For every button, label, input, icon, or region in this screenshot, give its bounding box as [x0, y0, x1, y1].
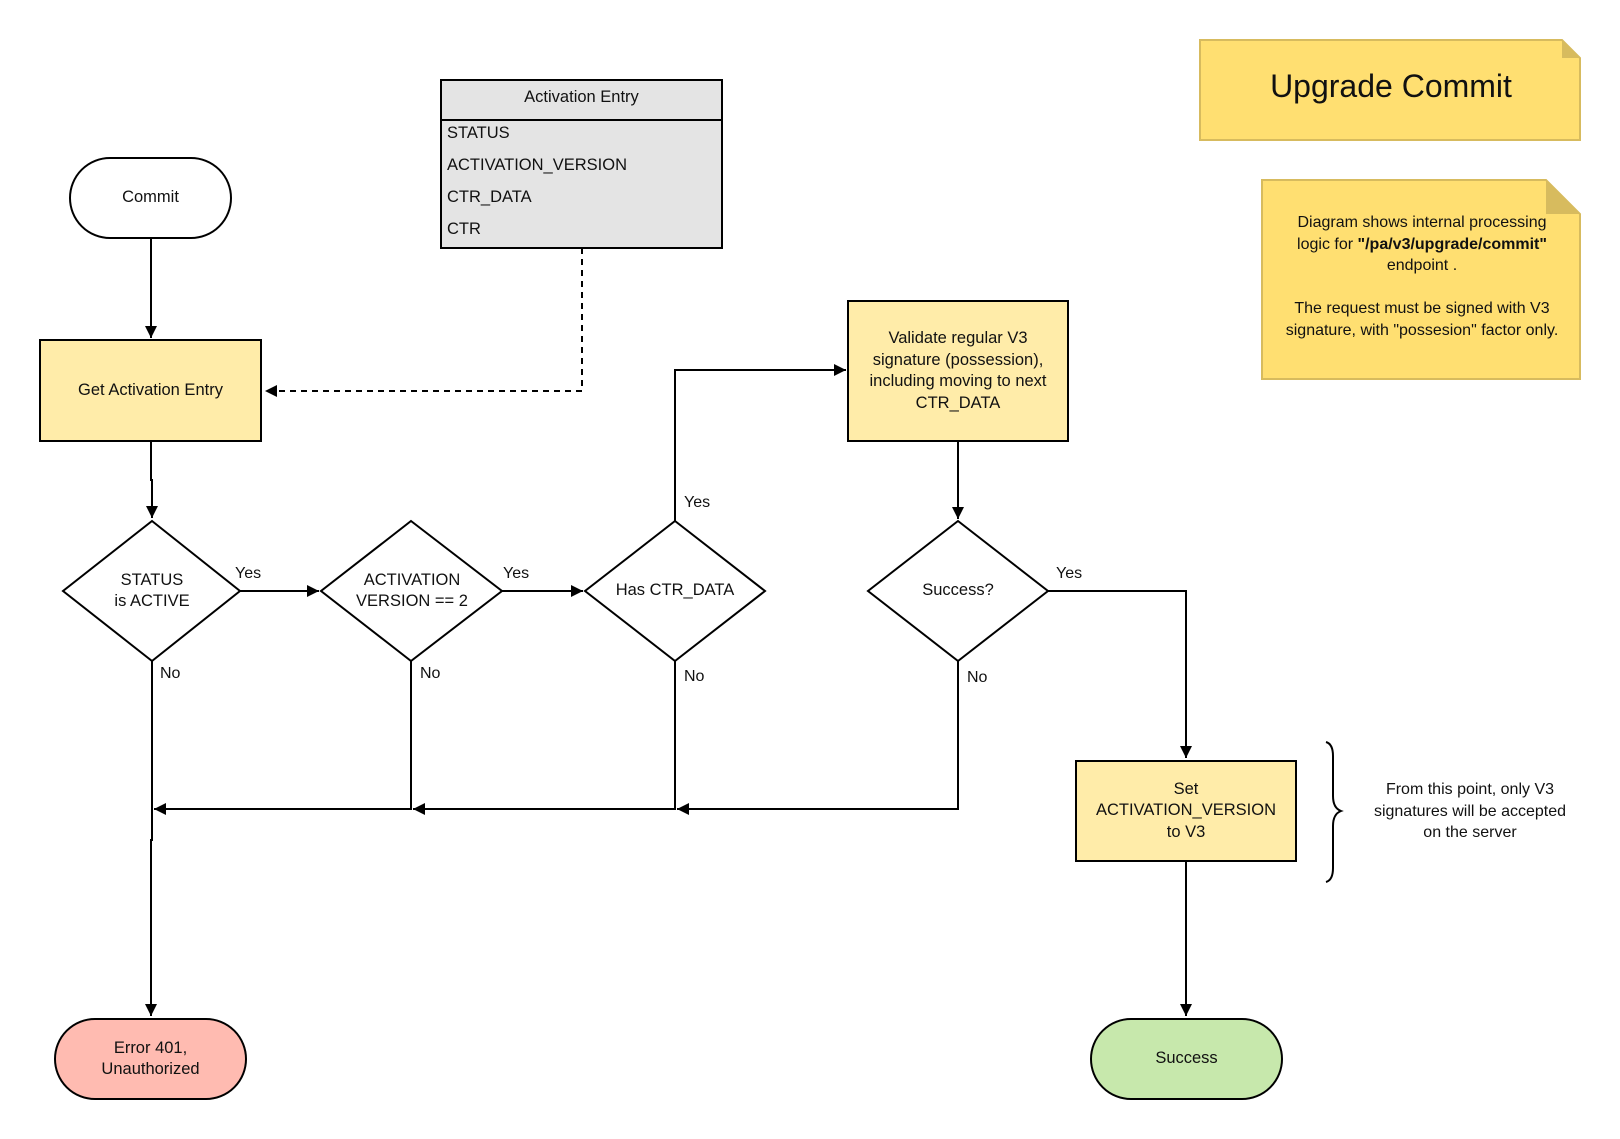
validate-label: Validate regular V3 signature (possessio…	[848, 301, 1068, 441]
entity-link-dashed	[265, 248, 583, 397]
success-yes-label: Yes	[1056, 565, 1083, 582]
ctr-no-label: No	[684, 668, 705, 685]
has-ctr-data-label: Has CTR_DATA	[615, 581, 735, 600]
info-note-prefix: logic for	[1297, 235, 1358, 253]
process-line: to V3	[1166, 822, 1206, 841]
status-active-label: STATUS is ACTIVE	[70, 561, 234, 621]
process-line: Validate regular V3	[888, 329, 1028, 347]
annotation-line: on the server	[1423, 824, 1517, 841]
success-question-label: Success?	[922, 581, 994, 600]
annotation-line: From this point, only V3	[1385, 781, 1555, 798]
endpoint-path: "/pa/v3/upgrade/commit"	[1357, 235, 1547, 253]
status-yes-label: Yes	[235, 565, 262, 582]
info-note-text: Diagram shows internal processing logic …	[1262, 212, 1582, 341]
annotation-line: signatures will be accepted	[1373, 802, 1567, 820]
decision-line: is ACTIVE	[114, 592, 190, 610]
process-line: including moving to next	[869, 372, 1047, 390]
status-no-label: No	[160, 665, 181, 682]
process-line: ACTIVATION_VERSION	[1095, 801, 1276, 820]
edge-status-no	[145, 661, 157, 1016]
decision-line: ACTIVATION	[363, 570, 461, 589]
success-no-label: No	[967, 669, 988, 686]
activation-version-label: ACTIVATION VERSION == 2	[330, 561, 494, 621]
decision-line: STATUS	[120, 570, 184, 589]
info-note-line: The request must be signed with V3	[1294, 300, 1550, 317]
edge-success-no	[677, 661, 959, 815]
info-note-line: endpoint .	[1386, 257, 1458, 274]
entity-field: CTR	[447, 220, 481, 238]
process-line: signature (possession),	[872, 350, 1044, 369]
entity-field: STATUS	[447, 124, 510, 142]
version-no-label: No	[420, 665, 441, 682]
ctr-yes-label: Yes	[684, 494, 711, 511]
terminator-line: Error 401,	[113, 1038, 188, 1057]
version-yes-label: Yes	[503, 565, 530, 582]
success-label: Success	[1155, 1049, 1218, 1068]
info-note-spacer	[1262, 277, 1582, 299]
info-note-line: signature, with "possesion" factor only.	[1285, 321, 1559, 339]
set-version-label: Set ACTIVATION_VERSION to V3	[1076, 761, 1296, 861]
diagram-title: Upgrade Commit	[1270, 68, 1512, 104]
process-line: Set	[1173, 779, 1199, 798]
decision-line: VERSION == 2	[356, 592, 468, 610]
edge-success-yes	[1048, 590, 1192, 758]
terminator-line: Unauthorized	[101, 1060, 200, 1078]
edge-version-no	[154, 661, 412, 815]
info-note-line: Diagram shows internal processing	[1297, 214, 1547, 231]
entity-field: ACTIVATION_VERSION	[447, 156, 628, 174]
entity-title: Activation Entry	[524, 88, 639, 106]
commit-label: Commit	[122, 188, 179, 207]
info-note-line: logic for "/pa/v3/upgrade/commit"	[1262, 234, 1582, 256]
edge-get-to-status	[146, 441, 158, 518]
error-label: Error 401, Unauthorized	[55, 1019, 246, 1099]
process-line: CTR_DATA	[915, 393, 1001, 412]
entity-field: CTR_DATA	[447, 188, 532, 206]
edge-ctr-no	[413, 661, 676, 815]
get-activation-entry-label: Get Activation Entry	[78, 380, 223, 399]
v3-annotation: From this point, only V3 signatures will…	[1335, 779, 1605, 844]
